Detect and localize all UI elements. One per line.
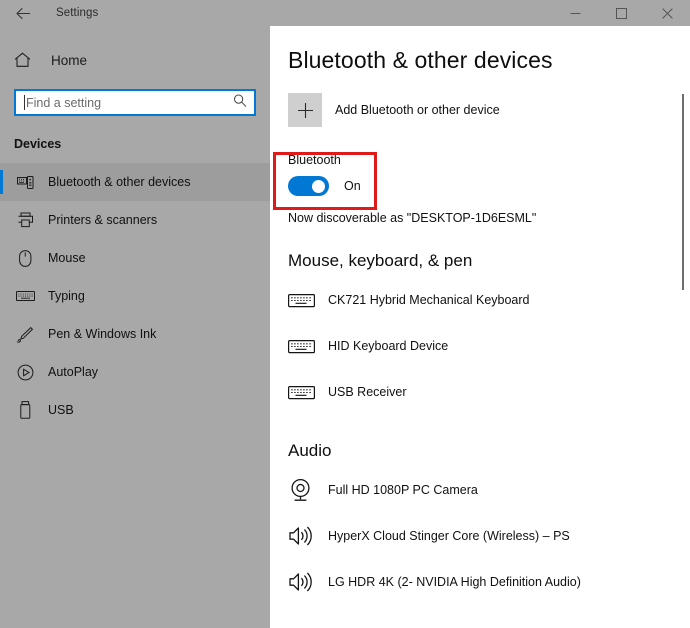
bluetooth-setting-block: Bluetooth On	[288, 153, 690, 196]
sidebar-item-pen-windows-ink[interactable]: Pen & Windows Ink	[0, 315, 270, 353]
speaker-icon	[288, 571, 320, 593]
bluetooth-toggle-state: On	[344, 179, 361, 193]
mouse-icon	[14, 249, 36, 267]
scrollbar-thumb[interactable]	[682, 94, 684, 290]
sidebar-nav-list: Bluetooth & other devices Printers & sca…	[0, 163, 270, 429]
text-caret	[24, 95, 25, 110]
sidebar-item-mouse[interactable]: Mouse	[0, 239, 270, 277]
settings-window: Settings Home Find a setting Devices Blu…	[0, 0, 690, 628]
search-wrapper: Find a setting	[14, 89, 256, 116]
sidebar-item-autoplay[interactable]: AutoPlay	[0, 353, 270, 391]
device-label: HyperX Cloud Stinger Core (Wireless) – P…	[328, 529, 570, 543]
pen-icon	[14, 326, 36, 343]
sidebar-item-home[interactable]: Home	[0, 43, 270, 77]
close-button[interactable]	[644, 0, 690, 26]
app-title: Settings	[56, 7, 99, 19]
device-row[interactable]: USB Receiver	[270, 369, 690, 415]
device-row[interactable]: LG HDR 4K (2- NVIDIA High Definition Aud…	[270, 559, 690, 605]
device-list-mouse-keyboard-pen: CK721 Hybrid Mechanical Keyboard HID Key…	[270, 277, 690, 415]
keyboard-icon	[288, 292, 320, 309]
keyboard-icon	[288, 338, 320, 355]
sidebar-item-label: Printers & scanners	[48, 213, 158, 227]
sidebar: Home Find a setting Devices Bluetooth & …	[0, 26, 270, 628]
bluetooth-toggle-row: On	[288, 176, 690, 196]
discoverable-text: Now discoverable as "DESKTOP-1D6ESML"	[288, 211, 537, 225]
device-list-audio: Full HD 1080P PC Camera HyperX Cloud Sti…	[270, 467, 690, 605]
sidebar-item-label: Typing	[48, 289, 85, 303]
search-icon[interactable]	[233, 93, 247, 112]
sidebar-item-label: Mouse	[48, 251, 86, 265]
speaker-icon	[288, 525, 320, 547]
sidebar-item-label: Pen & Windows Ink	[48, 327, 157, 341]
group-heading-mouse-keyboard-pen: Mouse, keyboard, & pen	[288, 251, 473, 270]
bluetooth-label: Bluetooth	[288, 153, 341, 167]
close-icon	[661, 7, 673, 19]
device-label: LG HDR 4K (2- NVIDIA High Definition Aud…	[328, 575, 581, 589]
keyboard-icon	[14, 290, 36, 302]
sidebar-item-printers-scanners[interactable]: Printers & scanners	[0, 201, 270, 239]
scrollbar-track[interactable]	[676, 26, 690, 628]
device-row[interactable]: HyperX Cloud Stinger Core (Wireless) – P…	[270, 513, 690, 559]
home-icon	[14, 52, 40, 68]
minimize-button[interactable]	[552, 0, 598, 26]
device-row[interactable]: Full HD 1080P PC Camera	[270, 467, 690, 513]
maximize-icon	[615, 7, 627, 19]
back-button[interactable]	[0, 0, 46, 26]
usb-icon	[14, 401, 36, 419]
add-bluetooth-device-label: Add Bluetooth or other device	[335, 103, 500, 117]
toggle-knob	[312, 179, 325, 193]
device-label: Full HD 1080P PC Camera	[328, 483, 478, 497]
device-label: HID Keyboard Device	[328, 339, 449, 353]
autoplay-icon	[14, 364, 36, 381]
printer-icon	[14, 212, 36, 228]
sidebar-section-label: Devices	[14, 137, 62, 151]
main-content: Bluetooth & other devices Add Bluetooth …	[270, 26, 690, 628]
sidebar-item-typing[interactable]: Typing	[0, 277, 270, 315]
search-input[interactable]: Find a setting	[14, 89, 256, 116]
sidebar-item-usb[interactable]: USB	[0, 391, 270, 429]
maximize-button[interactable]	[598, 0, 644, 26]
sidebar-item-bluetooth-other-devices[interactable]: Bluetooth & other devices	[0, 163, 270, 201]
device-row[interactable]: HID Keyboard Device	[270, 323, 690, 369]
plus-icon	[288, 93, 322, 127]
bluetooth-devices-icon	[14, 175, 36, 190]
search-placeholder: Find a setting	[26, 95, 102, 110]
group-heading-audio: Audio	[288, 441, 332, 460]
device-label: USB Receiver	[328, 385, 407, 399]
minimize-icon	[570, 8, 581, 19]
window-controls	[552, 0, 690, 26]
titlebar: Settings	[0, 0, 690, 26]
sidebar-item-label: Bluetooth & other devices	[48, 175, 191, 189]
sidebar-item-label: AutoPlay	[48, 365, 99, 379]
device-label: CK721 Hybrid Mechanical Keyboard	[328, 293, 530, 307]
back-arrow-icon	[15, 7, 31, 20]
add-bluetooth-device-button[interactable]: Add Bluetooth or other device	[288, 93, 690, 127]
sidebar-item-home-label: Home	[51, 52, 88, 68]
device-row[interactable]: CK721 Hybrid Mechanical Keyboard	[270, 277, 690, 323]
sidebar-item-label: USB	[48, 403, 74, 417]
camera-icon	[288, 478, 320, 503]
page-title: Bluetooth & other devices	[288, 47, 553, 73]
keyboard-icon	[288, 384, 320, 401]
bluetooth-toggle[interactable]	[288, 176, 329, 196]
